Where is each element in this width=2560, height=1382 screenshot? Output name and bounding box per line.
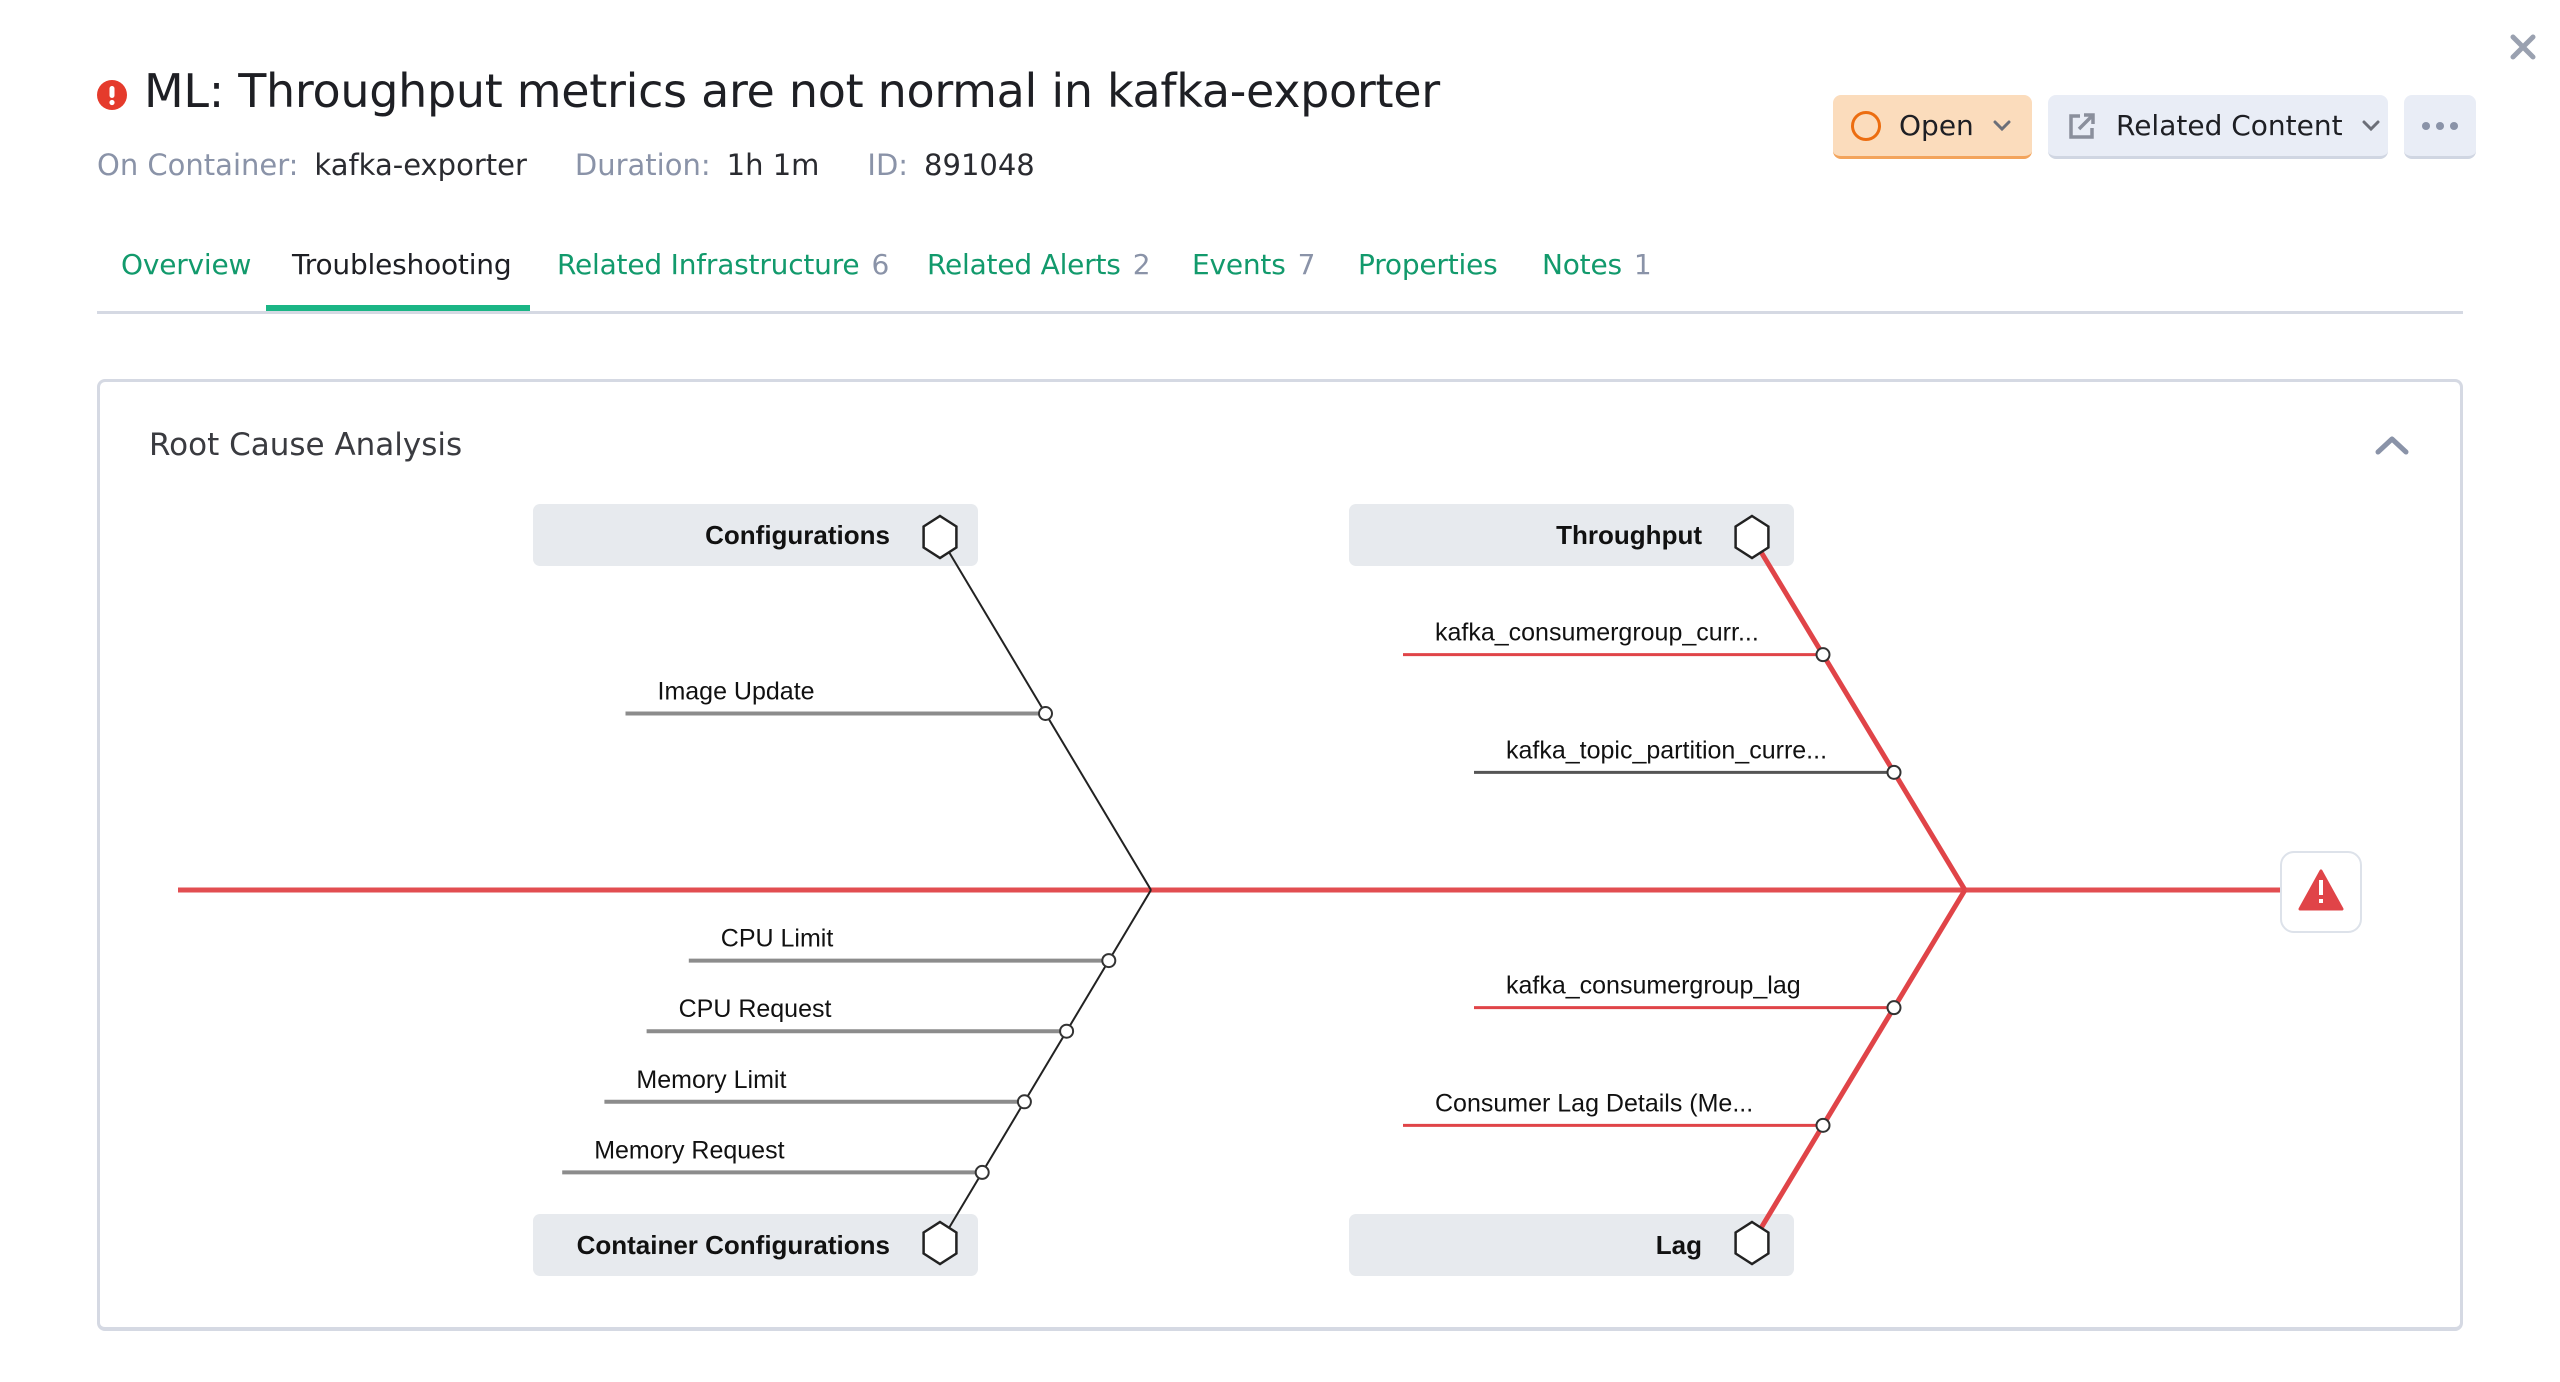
container-value: kafka-exporter [314,148,527,182]
chevron-up-icon[interactable] [2372,430,2412,460]
tab-label: Troubleshooting [292,248,512,281]
panel-title: Root Cause Analysis [149,427,463,463]
tab-count: 1 [1633,248,1652,281]
alert-circle-icon [97,80,127,110]
tab-bar: Overview Troubleshooting Related Infrast… [97,230,2463,314]
header-actions: Open Related Content [1833,95,2476,159]
cause-label[interactable]: Image Update [658,678,815,706]
active-tab-indicator [266,305,530,311]
category-box[interactable] [533,1214,978,1276]
tab-related-alerts[interactable]: Related Alerts 2 [927,248,1151,281]
alert-title: ML: Throughput metrics are not normal in… [144,64,1440,118]
tab-count: 2 [1132,248,1151,281]
tab-label: Related Alerts [927,248,1121,281]
tab-label: Events [1192,248,1286,281]
category-box[interactable] [533,504,978,566]
tab-events[interactable]: Events 7 [1192,248,1315,281]
related-content-label: Related Content [2116,109,2343,142]
tab-label: Related Infrastructure [557,248,860,281]
cause-label[interactable]: Consumer Lag Details (Me... [1435,1089,1753,1117]
related-content-button[interactable]: Related Content [2048,95,2388,159]
external-link-icon [2069,112,2095,139]
chevron-down-icon [1993,120,2011,131]
cause-label[interactable]: kafka_consumergroup_curr... [1435,619,1759,647]
cause-label[interactable]: CPU Limit [721,925,834,953]
id-label: ID: [867,148,909,182]
cause-label[interactable]: CPU Request [679,995,832,1023]
tab-related-infrastructure[interactable]: Related Infrastructure 6 [557,248,889,281]
cause-label[interactable]: kafka_topic_partition_curre... [1506,736,1827,764]
tab-properties[interactable]: Properties [1358,248,1498,281]
chevron-down-icon [2362,120,2380,131]
more-actions-button[interactable] [2404,95,2476,159]
alert-meta: On Container: kafka-exporter Duration: 1… [97,148,1083,182]
id-value: 891048 [924,148,1035,182]
close-icon [2510,34,2536,60]
cause-label[interactable]: Memory Request [594,1136,784,1164]
duration-value: 1h 1m [726,148,820,182]
cause-label[interactable]: Memory Limit [636,1066,786,1094]
tab-count: 6 [871,248,890,281]
tab-label: Properties [1358,248,1498,281]
tab-notes[interactable]: Notes 1 [1542,248,1652,281]
more-horizontal-icon [2422,121,2458,130]
tab-overview[interactable]: Overview [121,248,251,281]
close-button[interactable] [2506,30,2540,64]
tab-label: Overview [121,248,252,281]
duration-label: Duration: [574,148,711,182]
category-box[interactable] [1349,504,1794,566]
tab-count: 7 [1297,248,1316,281]
circle-icon [1851,110,1881,141]
cause-label[interactable]: kafka_consumergroup_lag [1506,972,1801,1000]
problem-head-box[interactable] [2280,851,2362,933]
root-cause-analysis-panel: Root Cause Analysis [97,379,2463,1331]
status-dropdown-button[interactable]: Open [1833,95,2032,159]
tab-troubleshooting[interactable]: Troubleshooting [292,248,512,281]
status-label: Open [1899,109,1974,142]
container-label: On Container: [97,148,299,182]
category-box[interactable] [1349,1214,1794,1276]
tab-label: Notes [1542,248,1622,281]
